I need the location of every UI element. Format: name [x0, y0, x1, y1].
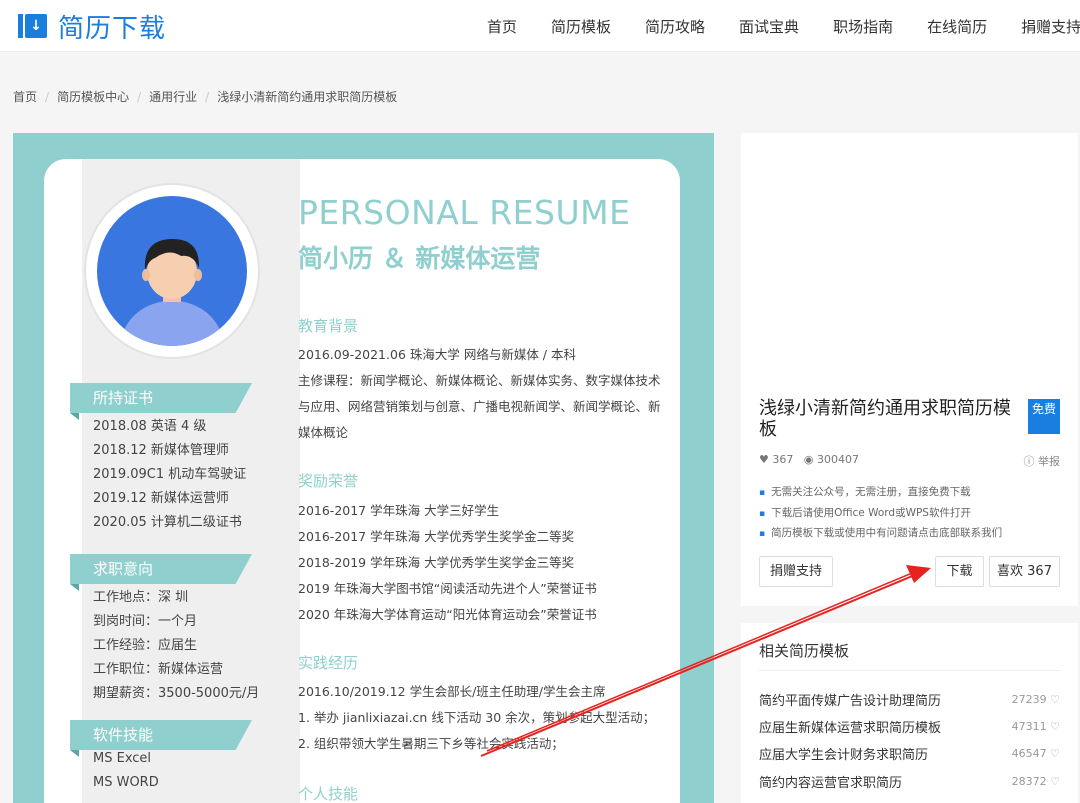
- likes-count: 367: [772, 453, 794, 466]
- resume-paper: 所持证书 2018.08 英语 4 级 2018.12 新媒体管理师 2019.…: [44, 159, 680, 803]
- award-line: 2018-2019 学年珠海 大学优秀学生奖学金三等奖: [298, 555, 575, 570]
- template-title: 浅绿小清新简约通用求职简历模板: [759, 398, 1011, 440]
- breadcrumb-separator: /: [205, 90, 210, 104]
- heart-icon: ♥: [759, 453, 769, 466]
- related-templates: 相关简历模板 简约平面传媒广告设计助理简历 27239 ♡ 应届生新媒体运营求职…: [741, 623, 1078, 803]
- site-header: ↓ 简历下载 首页 简历模板 简历攻略 面试宝典 职场指南 在线简历 捐赠支持: [0, 0, 1080, 52]
- related-item-name[interactable]: 应届大学生会计财务求职简历: [759, 744, 928, 763]
- breadcrumb-template-center[interactable]: 简历模板中心: [57, 90, 129, 104]
- resume-preview: 所持证书 2018.08 英语 4 级 2018.12 新媒体管理师 2019.…: [13, 133, 714, 803]
- breadcrumb-category[interactable]: 通用行业: [149, 90, 197, 104]
- related-item[interactable]: 应届生新媒体运营求职简历模板 47311 ♡: [759, 716, 1060, 736]
- report-link[interactable]: ⓘ 举报: [1024, 453, 1061, 469]
- cert-item: 2019.12 新媒体运营师: [93, 491, 229, 506]
- intent-item: 工作经验：应届生: [93, 638, 198, 653]
- breadcrumb-separator: /: [45, 90, 50, 104]
- skill-item: MS WORD: [93, 775, 159, 790]
- related-item[interactable]: 简约内容运营官求职简历 28372 ♡: [759, 771, 1060, 791]
- avatar-frame: [84, 183, 260, 359]
- cert-item: 2020.05 计算机二级证书: [93, 515, 242, 530]
- intent-item: 到岗时间：一个月: [93, 614, 198, 629]
- education-title: 教育背景: [298, 317, 359, 335]
- personal-skill-title: 个人技能: [298, 785, 359, 803]
- related-item[interactable]: 应届大学生会计财务求职简历 46547 ♡: [759, 743, 1060, 763]
- related-item-name[interactable]: 简约平面传媒广告设计助理简历: [759, 690, 941, 709]
- info-icon: ⓘ: [1023, 455, 1035, 468]
- like-button[interactable]: 喜欢 367: [989, 556, 1060, 587]
- nav-templates[interactable]: 简历模板: [551, 16, 611, 37]
- site-logo[interactable]: ↓ 简历下载: [18, 10, 167, 44]
- related-item-count: 27239 ♡: [1011, 692, 1060, 706]
- breadcrumb-home[interactable]: 首页: [13, 90, 37, 104]
- award-line: 2019 年珠海大学图书馆“阅读活动先进个人”荣誉证书: [298, 581, 597, 596]
- practice-line: 1. 举办 jianlixiazai.cn 线下活动 30 余次，策划参起大型活…: [298, 710, 656, 725]
- report-label: 举报: [1038, 455, 1060, 468]
- nav-interview[interactable]: 面试宝典: [739, 16, 799, 37]
- template-info-card: 浅绿小清新简约通用求职简历模板 免费 ♥ 367 ◉ 300407 ⓘ 举报 无…: [741, 133, 1078, 606]
- note-item: 下载后请使用Office Word或WPS软件打开: [759, 504, 1002, 525]
- views-count: 300407: [816, 453, 859, 466]
- related-item-count: 28372 ♡: [1011, 774, 1060, 788]
- practice-title: 实践经历: [298, 654, 359, 672]
- skill-item: MS Excel: [93, 751, 152, 766]
- related-item-count: 46547 ♡: [1011, 746, 1060, 760]
- intent-item: 工作地点：深 圳: [93, 590, 189, 605]
- related-item-count: 47311 ♡: [1011, 719, 1060, 733]
- related-item-name[interactable]: 应届生新媒体运营求职简历模板: [759, 717, 941, 736]
- divider: [759, 670, 1060, 671]
- nav-donate[interactable]: 捐赠支持: [1021, 16, 1080, 37]
- logo-text: 简历下载: [58, 13, 167, 44]
- nav-home[interactable]: 首页: [487, 16, 517, 37]
- note-item: 简历模板下载或使用中有问题请点击底部联系我们: [759, 524, 1002, 545]
- practice-line: 2016.10/2019.12 学生会部长/班主任助理/学生会主席: [298, 684, 606, 699]
- breadcrumb-separator: /: [137, 90, 142, 104]
- skills-section-title: 软件技能: [70, 720, 252, 750]
- cert-section-title: 所持证书: [70, 383, 252, 413]
- avatar: [97, 196, 247, 346]
- nav-career[interactable]: 职场指南: [833, 16, 893, 37]
- cert-item: 2019.09C1 机动车驾驶证: [93, 467, 247, 482]
- eye-icon: ◉: [803, 453, 814, 466]
- intent-item: 工作职位：新媒体运营: [93, 662, 224, 677]
- nav-online-resume[interactable]: 在线简历: [927, 16, 987, 37]
- download-button[interactable]: 下载: [935, 556, 984, 587]
- ribbon-fold: [70, 413, 79, 420]
- related-item[interactable]: 简约平面传媒广告设计助理简历 27239 ♡: [759, 689, 1060, 709]
- practice-line: 2. 组织带领大学生暑期三下乡等社会实践活动；: [298, 736, 564, 751]
- resume-title-en: PERSONAL RESUME: [298, 193, 631, 232]
- heart-outline-icon: ♡: [1050, 719, 1060, 733]
- awards-title: 奖励荣誉: [298, 472, 359, 490]
- award-line: 2020 年珠海大学体育运动“阳光体育运动会”荣誉证书: [298, 607, 597, 622]
- heart-outline-icon: ♡: [1050, 692, 1060, 706]
- award-line: 2016-2017 学年珠海 大学优秀学生奖学金二等奖: [298, 529, 575, 544]
- education-line: 2016.09-2021.06 珠海大学 网络与新媒体 / 本科: [298, 347, 576, 362]
- breadcrumb: 首页 / 简历模板中心 / 通用行业 / 浅绿小清新简约通用求职简历模板: [13, 88, 397, 105]
- resume-title-cn: 简小历 ＆ 新媒体运营: [298, 244, 541, 273]
- intent-section-title: 求职意向: [70, 554, 252, 584]
- education-line: 主修课程：新闻学概论、新媒体概论、新媒体实务、数字媒体技术: [298, 373, 661, 388]
- education-line: 与应用、网络营销策划与创意、广播电视新闻学、新闻学概论、新: [298, 399, 661, 414]
- related-item-name[interactable]: 简约内容运营官求职简历: [759, 772, 902, 791]
- donate-button[interactable]: 捐赠支持: [759, 556, 833, 587]
- heart-outline-icon: ♡: [1050, 746, 1060, 760]
- person-icon: [119, 238, 225, 346]
- free-badge: 免费: [1028, 399, 1060, 434]
- breadcrumb-current: 浅绿小清新简约通用求职简历模板: [217, 90, 398, 104]
- related-title: 相关简历模板: [759, 642, 850, 660]
- ribbon-fold: [70, 750, 79, 757]
- award-line: 2016-2017 学年珠海 大学三好学生: [298, 503, 500, 518]
- template-stats: ♥ 367 ◉ 300407: [759, 453, 859, 466]
- nav-guides[interactable]: 简历攻略: [645, 16, 705, 37]
- education-line: 媒体概论: [298, 425, 349, 440]
- ribbon-fold: [70, 584, 79, 591]
- download-logo-icon: ↓: [18, 12, 48, 40]
- intent-item: 期望薪资：3500-5000元/月: [93, 686, 260, 701]
- heart-outline-icon: ♡: [1050, 774, 1060, 788]
- cert-item: 2018.12 新媒体管理师: [93, 443, 229, 458]
- download-notes: 无需关注公众号，无需注册，直接免费下载 下载后请使用Office Word或WP…: [759, 483, 1002, 545]
- cert-item: 2018.08 英语 4 级: [93, 419, 207, 434]
- note-item: 无需关注公众号，无需注册，直接免费下载: [759, 483, 1002, 504]
- main-nav: 首页 简历模板 简历攻略 面试宝典 职场指南 在线简历 捐赠支持: [470, 0, 1080, 52]
